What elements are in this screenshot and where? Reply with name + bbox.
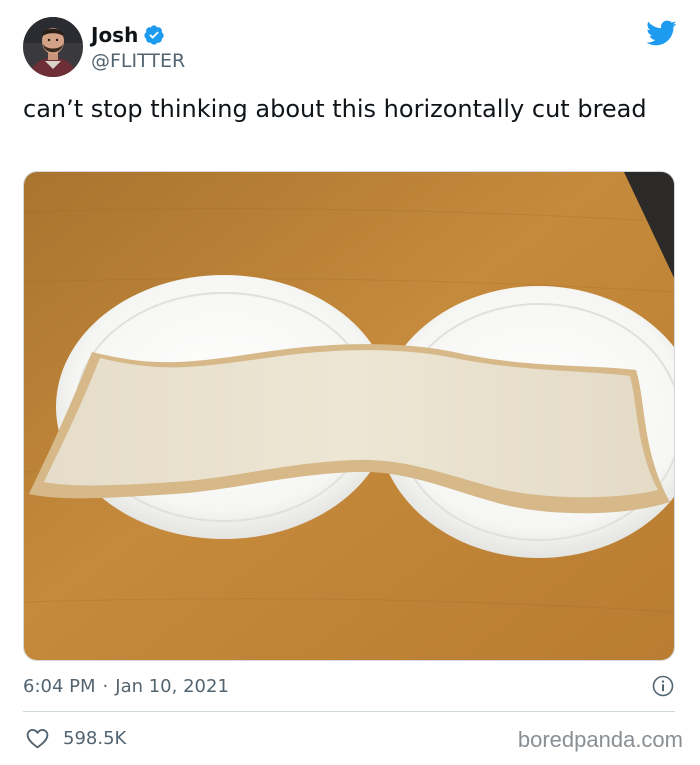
author-handle[interactable]: @FLITTER: [91, 49, 185, 73]
verified-badge-icon: [144, 25, 164, 45]
author-name-row[interactable]: Josh: [91, 22, 165, 48]
divider: [23, 711, 675, 712]
tweet-timestamp[interactable]: 6:04 PM · Jan 10, 2021: [23, 673, 675, 699]
like-button[interactable]: 598.5K: [25, 726, 126, 751]
tweet-time[interactable]: 6:04 PM: [23, 676, 96, 697]
info-icon[interactable]: [651, 674, 675, 698]
watermark: boredpanda.com: [517, 727, 683, 752]
heart-icon[interactable]: [25, 726, 50, 751]
like-count: 598.5K: [63, 728, 127, 749]
tweet-photo[interactable]: [23, 171, 675, 661]
tweet-text: can’t stop thinking about this horizonta…: [23, 95, 647, 123]
timestamp-separator: ·: [102, 675, 109, 697]
twitter-bird-icon[interactable]: [645, 17, 677, 49]
tweet-date[interactable]: Jan 10, 2021: [115, 676, 229, 697]
avatar[interactable]: [23, 17, 83, 77]
tweet-card: Josh @FLITTER can’t stop thinking about …: [0, 0, 700, 765]
author-name[interactable]: Josh: [91, 22, 138, 48]
